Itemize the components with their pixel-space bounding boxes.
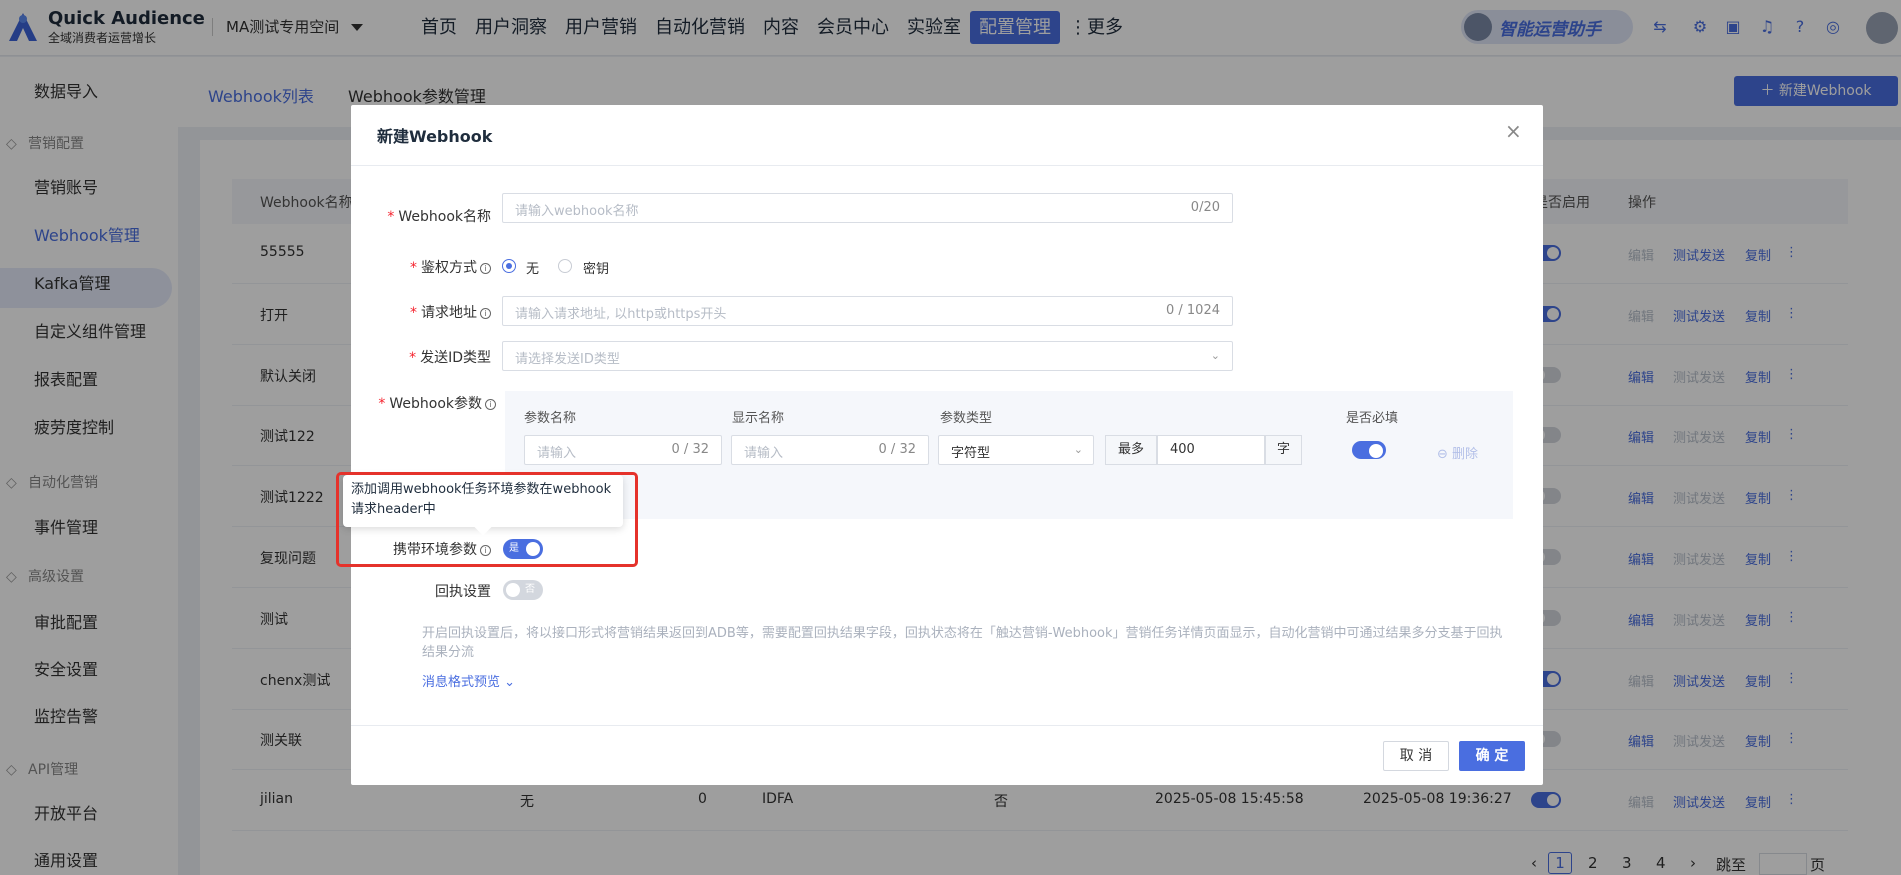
param-type-select[interactable]: 字符型 ⌄ [938, 435, 1094, 465]
webhook-name-placeholder: 请输入webhook名称 [515, 204, 639, 219]
message-preview-link[interactable]: 消息格式预览 ⌄ [422, 671, 515, 690]
id-type-placeholder: 请选择发送ID类型 [515, 352, 620, 367]
param-name-placeholder: 请输入 [537, 446, 577, 461]
request-url-input[interactable]: 请输入请求地址, 以http或https开头 0 / 1024 [502, 296, 1233, 326]
param-name-header: 参数名称 [524, 411, 577, 426]
param-display-input[interactable]: 请输入 0 / 32 [731, 435, 929, 465]
preview-link-label: 消息格式预览 [422, 675, 501, 690]
delete-param-link[interactable]: ⊖ 删除 [1437, 443, 1478, 462]
minus-circle-icon: ⊖ [1437, 447, 1448, 462]
close-icon[interactable]: × [1505, 119, 1522, 143]
max-length-value: 400 [1170, 442, 1195, 457]
modal-title: 新建Webhook [377, 127, 493, 146]
auth-secret-radio[interactable] [558, 259, 572, 273]
param-required-header: 是否必填 [1346, 411, 1399, 426]
modal-header-divider [351, 165, 1543, 166]
chevron-down-icon: ⌄ [1073, 443, 1083, 456]
callback-label: 回执设置 [435, 584, 491, 600]
info-icon: i [485, 399, 496, 410]
max-suffix: 字 [1265, 435, 1302, 465]
auth-secret-label: 密钥 [583, 262, 610, 277]
chevron-down-icon: ⌄ [1210, 349, 1220, 362]
id-type-label: * 发送ID类型 [409, 350, 491, 366]
confirm-button[interactable]: 确 定 [1459, 741, 1525, 771]
param-type-value: 字符型 [951, 446, 991, 461]
max-prefix: 最多 [1105, 435, 1157, 465]
info-icon: i [480, 263, 491, 274]
cancel-button[interactable]: 取 消 [1383, 741, 1449, 771]
param-required-toggle[interactable] [1352, 441, 1386, 459]
request-url-placeholder: 请输入请求地址, 以http或https开头 [515, 307, 727, 322]
request-url-counter: 0 / 1024 [1166, 303, 1220, 318]
auth-none-label: 无 [526, 262, 540, 277]
double-chevron-down-icon: ⌄ [504, 675, 516, 690]
highlight-box [336, 472, 638, 567]
webhook-name-counter: 0/20 [1190, 200, 1220, 215]
param-display-placeholder: 请输入 [744, 446, 784, 461]
webhook-name-label: * Webhook名称 [387, 209, 491, 225]
callback-toggle-text: 否 [525, 584, 535, 595]
param-name-input[interactable]: 请输入 0 / 32 [524, 435, 722, 465]
callback-toggle[interactable]: 否 [503, 580, 543, 600]
callback-description: 开启回执设置后，将以接口形式将营销结果返回到ADB等，需要配置回执结果字段，回执… [422, 626, 1503, 660]
auth-method-label: * 鉴权方式 i [360, 257, 491, 277]
modal-footer-divider [351, 725, 1543, 726]
param-display-header: 显示名称 [732, 411, 785, 426]
auth-none-radio[interactable] [502, 259, 516, 273]
param-type-header: 参数类型 [940, 411, 993, 426]
id-type-select[interactable]: 请选择发送ID类型 ⌄ [502, 341, 1233, 371]
info-icon: i [480, 308, 491, 319]
webhook-params-label: * Webhook参数 i [360, 393, 496, 413]
request-url-label: * 请求地址 i [360, 302, 491, 322]
param-display-counter: 0 / 32 [878, 442, 916, 457]
param-name-counter: 0 / 32 [671, 442, 709, 457]
delete-param-label: 删除 [1452, 447, 1479, 462]
webhook-name-input[interactable]: 请输入webhook名称 0/20 [502, 193, 1233, 223]
max-length-input[interactable]: 400 [1157, 435, 1265, 465]
